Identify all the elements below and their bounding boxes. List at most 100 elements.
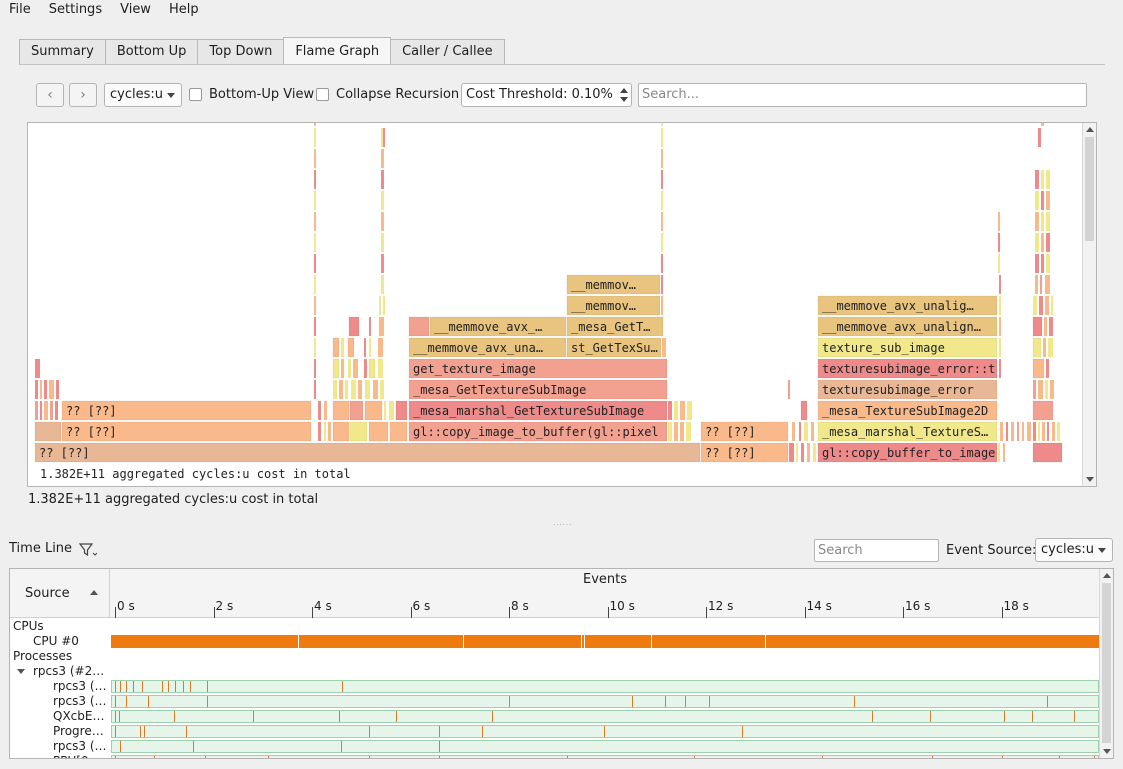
flame-frame-small[interactable]: [789, 443, 794, 462]
flame-frame[interactable]: _mesa_marshal_GetTextureSubImage: [408, 400, 668, 421]
flame-frame-small[interactable]: [339, 380, 343, 399]
flame-frame-small[interactable]: [368, 358, 376, 379]
events-column-header[interactable]: Events 0 s 2 s 4 s 6 s 8 s 10 s 12 s 14 s 16 s 18…: [110, 569, 1113, 627]
flame-frame-small[interactable]: [369, 338, 371, 357]
flame-frame-small[interactable]: [661, 212, 663, 231]
flame-frame-small[interactable]: [314, 233, 316, 252]
flame-frame-small[interactable]: [1003, 443, 1005, 462]
flame-frame-small[interactable]: [1032, 442, 1063, 463]
flame-frame-small[interactable]: [1050, 380, 1054, 399]
flame-frame-small[interactable]: [369, 317, 371, 336]
timeline-track[interactable]: [111, 725, 1099, 738]
flame-frame[interactable]: ?? [??]: [700, 421, 789, 442]
flame-frame-small[interactable]: [661, 123, 663, 126]
flame-frame-small[interactable]: [661, 296, 663, 315]
flame-graph[interactable]: ?? [??]?? [??] gl::copy_buffer_to_image??…: [27, 122, 1097, 487]
flame-frame-small[interactable]: [349, 400, 364, 421]
flame-frame-small[interactable]: [373, 380, 378, 399]
flame-frame-small[interactable]: [332, 358, 340, 379]
flame-frame[interactable]: __memmov…: [566, 274, 661, 295]
flame-frame-small[interactable]: [314, 275, 316, 294]
flame-frame-small[interactable]: [324, 401, 327, 420]
flame-frame-small[interactable]: [1033, 296, 1037, 315]
tab-flame-graph[interactable]: Flame Graph: [283, 37, 392, 64]
flame-frame-small[interactable]: [314, 254, 316, 273]
flame-frame-small[interactable]: [389, 421, 408, 442]
timeline-row-thread[interactable]: rpcs3 (…: [10, 679, 1100, 694]
flame-frame-small[interactable]: [788, 380, 790, 399]
flame-frame-small[interactable]: [349, 421, 368, 442]
timeline-row-group[interactable]: CPUs: [10, 619, 1100, 634]
flame-frame-small[interactable]: [661, 254, 663, 273]
flame-frame-small[interactable]: [40, 401, 42, 420]
flame-frame-small[interactable]: [332, 400, 350, 421]
flame-frame-small[interactable]: [348, 359, 351, 378]
flame-frame-small[interactable]: [1057, 422, 1060, 441]
flame-frame-small[interactable]: [383, 128, 385, 147]
flame-frame-small[interactable]: [661, 275, 663, 294]
flame-frame-small[interactable]: [813, 443, 816, 462]
flame-frame-small[interactable]: [1032, 358, 1045, 379]
flame-frame-small[interactable]: [661, 128, 663, 147]
checkbox-box[interactable]: [316, 88, 329, 101]
flame-frame-small[interactable]: [1032, 316, 1043, 337]
flame-frame[interactable]: _mesa_marshal_TextureS…: [817, 421, 998, 442]
flame-frame-small[interactable]: [314, 170, 316, 189]
flame-frame-small[interactable]: [395, 400, 408, 421]
flame-frame-small[interactable]: [1041, 212, 1044, 231]
flame-frame-small[interactable]: [347, 337, 355, 358]
flame-frame-small[interactable]: [1035, 233, 1039, 252]
flame-frame-small[interactable]: [379, 296, 381, 315]
flame-frame-small[interactable]: [1045, 296, 1049, 315]
flame-frame-small[interactable]: [44, 380, 47, 399]
flame-frame-small[interactable]: [999, 275, 1001, 294]
flame-frame-small[interactable]: [1046, 170, 1050, 189]
flame-frame[interactable]: ?? [??]: [34, 442, 701, 463]
flame-frame-small[interactable]: [364, 338, 366, 357]
flame-frame-small[interactable]: [680, 422, 684, 441]
flame-frame-small[interactable]: [44, 401, 48, 420]
flame-scrollbar[interactable]: [1082, 123, 1096, 486]
timeline-row-thread[interactable]: PPU[0…: [10, 754, 1100, 758]
expand-arrow-icon[interactable]: [17, 669, 25, 674]
flame-frame-small[interactable]: [1032, 337, 1042, 358]
flame-frame-small[interactable]: [1038, 128, 1041, 147]
flame-frame-small[interactable]: [999, 359, 1001, 378]
splitter-handle[interactable]: ······: [553, 521, 572, 529]
flame-frame[interactable]: _mesa_TextureSubImage2D: [817, 400, 998, 421]
flame-frame-small[interactable]: [661, 233, 663, 252]
flame-frame-small[interactable]: [351, 380, 356, 399]
flame-frame-small[interactable]: [1045, 380, 1048, 399]
timeline-row-cpu[interactable]: CPU #0: [10, 634, 1100, 649]
flame-frame-small[interactable]: [1038, 422, 1040, 441]
flame-frame-small[interactable]: [686, 422, 691, 441]
flame-frame-small[interactable]: [341, 338, 344, 357]
flame-frame-small[interactable]: [1040, 275, 1042, 294]
flame-frame-small[interactable]: [1041, 191, 1044, 210]
flame-frame[interactable]: _mesa_GetT…: [566, 316, 664, 337]
flame-frame-small[interactable]: [379, 317, 384, 336]
flame-frame-small[interactable]: [999, 296, 1001, 315]
timeline-row-thread[interactable]: QXcbE…: [10, 709, 1100, 724]
flame-frame[interactable]: __memmove_avx_…: [429, 316, 567, 337]
flame-frame-small[interactable]: [345, 380, 348, 399]
flame-frame-small[interactable]: [318, 422, 321, 441]
spin-up-icon[interactable]: [620, 88, 628, 93]
flame-frame-small[interactable]: [314, 149, 316, 168]
source-column-header[interactable]: Source: [10, 569, 110, 618]
flame-frame-small[interactable]: [661, 191, 663, 210]
flame-frame-small[interactable]: [365, 380, 370, 399]
flame-frame-small[interactable]: [1027, 422, 1031, 441]
flame-frame-small[interactable]: [998, 212, 1000, 231]
flame-frame-small[interactable]: [364, 359, 367, 378]
flame-frame-small[interactable]: [381, 254, 384, 273]
flame-frame-small[interactable]: [314, 380, 316, 399]
flame-frame-small[interactable]: [332, 421, 350, 442]
flame-frame-small[interactable]: [314, 212, 316, 231]
flame-frame-small[interactable]: [378, 338, 383, 357]
flame-frame[interactable]: _mesa_GetTextureSubImage: [408, 379, 668, 400]
flame-frame-small[interactable]: [1035, 212, 1039, 231]
flame-frame-small[interactable]: [56, 380, 59, 399]
flame-frame[interactable]: __memmove_avx_unalig…: [817, 295, 998, 316]
tab-caller-callee[interactable]: Caller / Callee: [390, 39, 505, 64]
